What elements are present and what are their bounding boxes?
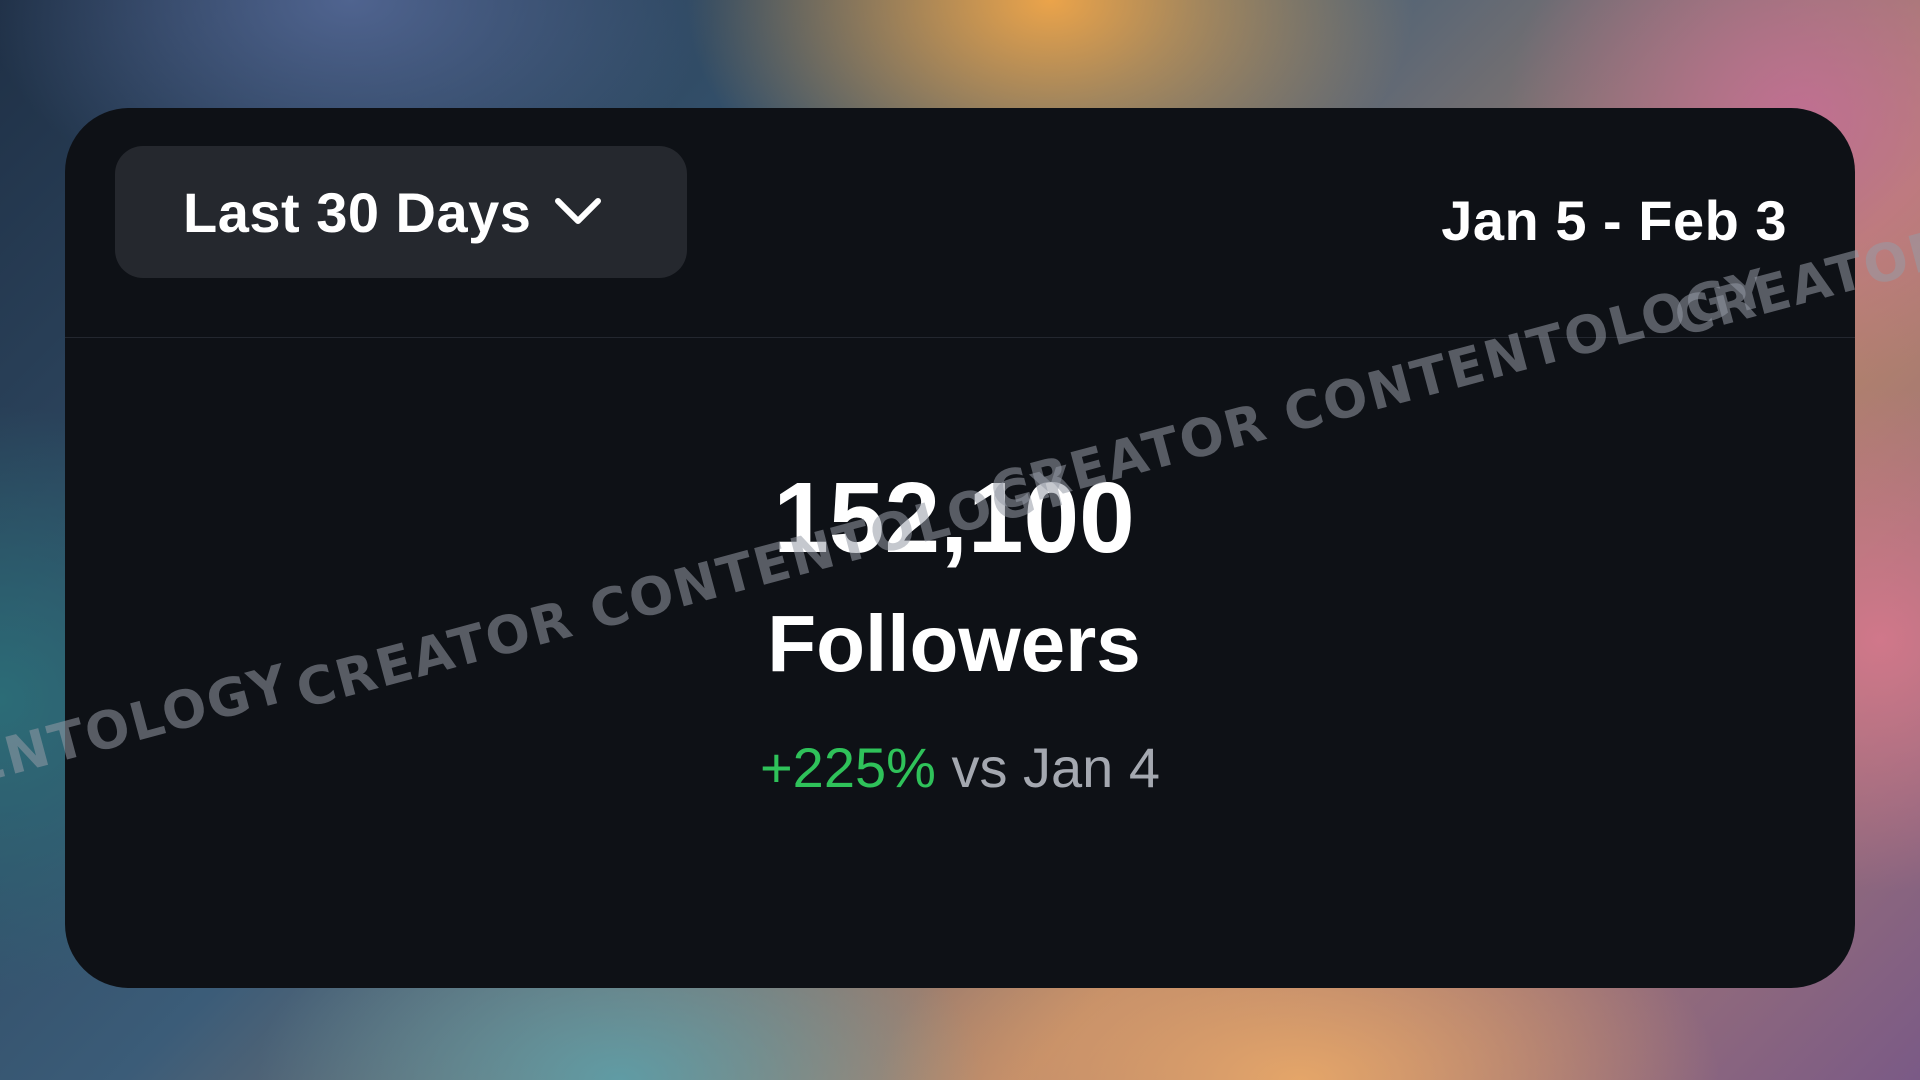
card-header: Last 30 Days Jan 5 - Feb 3 — [65, 108, 1855, 338]
metric-block: 152,100 Followers +225% vs Jan 4 — [65, 468, 1855, 796]
date-range-dropdown[interactable]: Last 30 Days — [115, 146, 687, 278]
follower-count: 152,100 — [773, 462, 1135, 574]
change-percentage: +225% — [759, 736, 936, 799]
metric-label: Followers — [767, 599, 1141, 688]
comparison-reference: vs Jan 4 — [951, 736, 1161, 799]
chevron-down-icon — [553, 195, 603, 229]
followers-stat-card: Last 30 Days Jan 5 - Feb 3 152,100 Follo… — [65, 108, 1855, 988]
comparison-row: +225% vs Jan 4 — [65, 740, 1855, 796]
date-range-text: Jan 5 - Feb 3 — [1441, 189, 1787, 252]
date-range-dropdown-label: Last 30 Days — [183, 180, 532, 244]
